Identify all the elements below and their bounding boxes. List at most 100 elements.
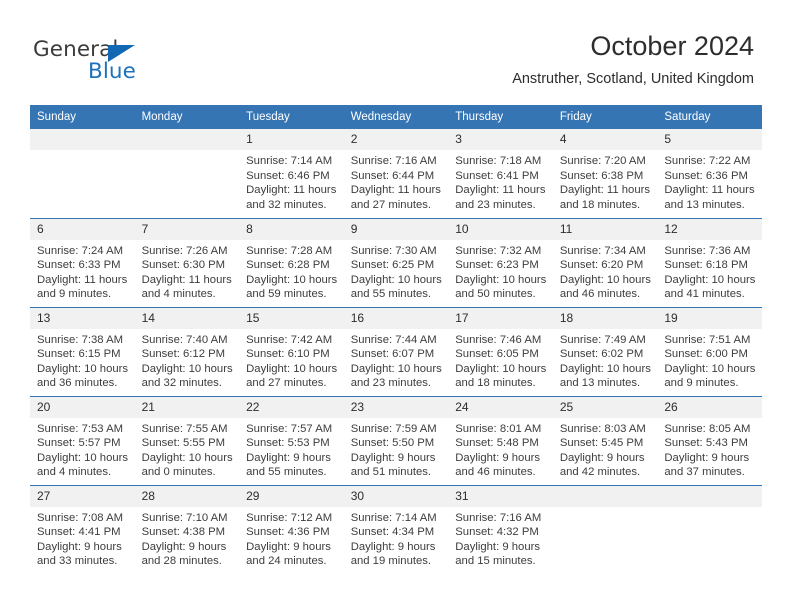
daylight-text: Daylight: 10 hours and 18 minutes.: [455, 362, 547, 390]
day-cell[interactable]: 26 Sunrise: 8:05 AM Sunset: 5:43 PM Dayl…: [657, 395, 762, 485]
day-cell[interactable]: 7 Sunrise: 7:26 AM Sunset: 6:30 PM Dayli…: [134, 217, 240, 307]
day-number: 31: [448, 485, 553, 507]
day-cell[interactable]: 25 Sunrise: 8:03 AM Sunset: 5:45 PM Dayl…: [552, 395, 658, 485]
day-cell[interactable]: 11 Sunrise: 7:34 AM Sunset: 6:20 PM Dayl…: [552, 217, 658, 307]
day-cell[interactable]: 17 Sunrise: 7:46 AM Sunset: 6:05 PM Dayl…: [448, 306, 553, 396]
day-cell[interactable]: 1 Sunrise: 7:14 AM Sunset: 6:46 PM Dayli…: [239, 129, 344, 218]
day-details: Sunrise: 7:16 AM Sunset: 6:44 PM Dayligh…: [344, 150, 449, 212]
day-cell[interactable]: 24 Sunrise: 8:01 AM Sunset: 5:48 PM Dayl…: [448, 395, 553, 485]
day-number: [552, 485, 658, 507]
day-details: Sunrise: 7:44 AM Sunset: 6:07 PM Dayligh…: [344, 329, 449, 391]
day-number: 12: [657, 218, 762, 240]
daylight-text: Daylight: 10 hours and 41 minutes.: [664, 273, 756, 301]
sunset-text: Sunset: 4:34 PM: [350, 526, 435, 539]
sunrise-text: Sunrise: 7:51 AM: [664, 333, 751, 346]
day-details: [30, 150, 135, 154]
day-number: 11: [552, 218, 658, 240]
day-cell[interactable]: 31 Sunrise: 7:16 AM Sunset: 4:32 PM Dayl…: [448, 484, 553, 574]
day-details: [553, 507, 658, 511]
day-cell[interactable]: 14 Sunrise: 7:40 AM Sunset: 6:12 PM Dayl…: [134, 306, 240, 396]
day-cell[interactable]: 4 Sunrise: 7:20 AM Sunset: 6:38 PM Dayli…: [552, 129, 658, 218]
calendar-header-row: Sunday Monday Tuesday Wednesday Thursday…: [30, 105, 762, 129]
day-cell[interactable]: 21 Sunrise: 7:55 AM Sunset: 5:55 PM Dayl…: [134, 395, 240, 485]
day-number: 13: [30, 307, 135, 329]
sunset-text: Sunset: 6:07 PM: [350, 348, 435, 361]
calendar-week-row: 20 Sunrise: 7:53 AM Sunset: 5:57 PM Dayl…: [30, 395, 762, 485]
day-details: Sunrise: 7:24 AM Sunset: 6:33 PM Dayligh…: [30, 240, 135, 302]
general-blue-logo[interactable]: General Blue: [33, 37, 253, 89]
day-cell[interactable]: 19 Sunrise: 7:51 AM Sunset: 6:00 PM Dayl…: [657, 306, 762, 396]
sunset-text: Sunset: 6:30 PM: [141, 259, 226, 272]
day-cell[interactable]: 10 Sunrise: 7:32 AM Sunset: 6:23 PM Dayl…: [448, 217, 553, 307]
day-number: 25: [552, 396, 658, 418]
day-number: 19: [657, 307, 762, 329]
day-details: Sunrise: 7:46 AM Sunset: 6:05 PM Dayligh…: [448, 329, 553, 391]
day-cell[interactable]: 2 Sunrise: 7:16 AM Sunset: 6:44 PM Dayli…: [343, 129, 449, 218]
sunset-text: Sunset: 6:10 PM: [246, 348, 330, 361]
day-cell[interactable]: [552, 484, 658, 574]
sunrise-text: Sunrise: 7:10 AM: [141, 511, 228, 524]
daylight-text: Daylight: 10 hours and 27 minutes.: [246, 362, 338, 390]
day-number: 22: [239, 396, 344, 418]
sunset-text: Sunset: 5:45 PM: [559, 437, 644, 450]
daylight-text: Daylight: 10 hours and 36 minutes.: [37, 362, 129, 390]
day-cell[interactable]: [134, 129, 240, 218]
sunrise-text: Sunrise: 7:34 AM: [559, 244, 646, 257]
day-cell[interactable]: 29 Sunrise: 7:12 AM Sunset: 4:36 PM Dayl…: [239, 484, 344, 574]
day-cell[interactable]: 16 Sunrise: 7:44 AM Sunset: 6:07 PM Dayl…: [343, 306, 449, 396]
daylight-text: Daylight: 10 hours and 23 minutes.: [350, 362, 442, 390]
sunrise-text: Sunrise: 7:59 AM: [350, 422, 437, 435]
day-details: Sunrise: 7:34 AM Sunset: 6:20 PM Dayligh…: [553, 240, 658, 302]
day-details: Sunrise: 7:38 AM Sunset: 6:15 PM Dayligh…: [30, 329, 135, 391]
day-number: 23: [343, 396, 449, 418]
sunrise-text: Sunrise: 7:55 AM: [141, 422, 228, 435]
day-details: Sunrise: 7:42 AM Sunset: 6:10 PM Dayligh…: [239, 329, 344, 391]
day-cell[interactable]: 27 Sunrise: 7:08 AM Sunset: 4:41 PM Dayl…: [30, 484, 135, 574]
day-cell[interactable]: 9 Sunrise: 7:30 AM Sunset: 6:25 PM Dayli…: [343, 217, 449, 307]
sunrise-text: Sunrise: 7:46 AM: [455, 333, 542, 346]
daylight-text: Daylight: 9 hours and 33 minutes.: [37, 540, 122, 568]
day-details: [657, 507, 762, 511]
day-cell[interactable]: 3 Sunrise: 7:18 AM Sunset: 6:41 PM Dayli…: [448, 129, 553, 218]
day-cell[interactable]: [657, 484, 762, 574]
day-cell[interactable]: 23 Sunrise: 7:59 AM Sunset: 5:50 PM Dayl…: [343, 395, 449, 485]
weekday-header-sunday: Sunday: [30, 105, 135, 129]
daylight-text: Daylight: 9 hours and 15 minutes.: [455, 540, 541, 568]
daylight-text: Daylight: 9 hours and 19 minutes.: [350, 540, 436, 568]
sunrise-text: Sunrise: 7:22 AM: [664, 155, 751, 167]
calendar-week-row: 27 Sunrise: 7:08 AM Sunset: 4:41 PM Dayl…: [30, 484, 762, 574]
day-cell[interactable]: 5 Sunrise: 7:22 AM Sunset: 6:36 PM Dayli…: [657, 129, 762, 218]
weekday-header-wednesday: Wednesday: [343, 105, 449, 129]
day-number: 16: [343, 307, 449, 329]
sunset-text: Sunset: 5:50 PM: [350, 437, 435, 450]
calendar-page: General Blue October 2024 Anstruther, Sc…: [0, 0, 792, 612]
sunrise-text: Sunrise: 7:42 AM: [246, 333, 333, 346]
day-number: 26: [657, 396, 762, 418]
sunset-text: Sunset: 6:18 PM: [664, 259, 748, 272]
day-number: [657, 485, 762, 507]
day-cell[interactable]: 15 Sunrise: 7:42 AM Sunset: 6:10 PM Dayl…: [239, 306, 344, 396]
day-number: 27: [30, 485, 135, 507]
day-cell[interactable]: 30 Sunrise: 7:14 AM Sunset: 4:34 PM Dayl…: [343, 484, 449, 574]
sunrise-text: Sunrise: 7:57 AM: [246, 422, 333, 435]
day-cell[interactable]: 12 Sunrise: 7:36 AM Sunset: 6:18 PM Dayl…: [657, 217, 762, 307]
day-number: 9: [343, 218, 449, 240]
day-cell[interactable]: 28 Sunrise: 7:10 AM Sunset: 4:38 PM Dayl…: [134, 484, 240, 574]
sunset-text: Sunset: 6:20 PM: [559, 259, 644, 272]
sunrise-text: Sunrise: 7:18 AM: [455, 155, 542, 167]
daylight-text: Daylight: 10 hours and 55 minutes.: [350, 273, 442, 301]
day-number: 2: [343, 129, 449, 150]
day-details: Sunrise: 7:14 AM Sunset: 4:34 PM Dayligh…: [344, 507, 449, 569]
sunrise-text: Sunrise: 7:08 AM: [37, 511, 124, 524]
day-cell[interactable]: 13 Sunrise: 7:38 AM Sunset: 6:15 PM Dayl…: [30, 306, 135, 396]
day-cell[interactable]: 18 Sunrise: 7:49 AM Sunset: 6:02 PM Dayl…: [552, 306, 658, 396]
day-cell[interactable]: 20 Sunrise: 7:53 AM Sunset: 5:57 PM Dayl…: [30, 395, 135, 485]
day-details: Sunrise: 8:03 AM Sunset: 5:45 PM Dayligh…: [553, 418, 658, 480]
daylight-text: Daylight: 10 hours and 4 minutes.: [37, 451, 129, 479]
daylight-text: Daylight: 10 hours and 0 minutes.: [141, 451, 233, 479]
day-cell[interactable]: 8 Sunrise: 7:28 AM Sunset: 6:28 PM Dayli…: [239, 217, 344, 307]
day-cell[interactable]: [30, 129, 135, 218]
sunrise-text: Sunrise: 7:14 AM: [246, 155, 333, 167]
day-cell[interactable]: 6 Sunrise: 7:24 AM Sunset: 6:33 PM Dayli…: [30, 217, 135, 307]
day-cell[interactable]: 22 Sunrise: 7:57 AM Sunset: 5:53 PM Dayl…: [239, 395, 344, 485]
